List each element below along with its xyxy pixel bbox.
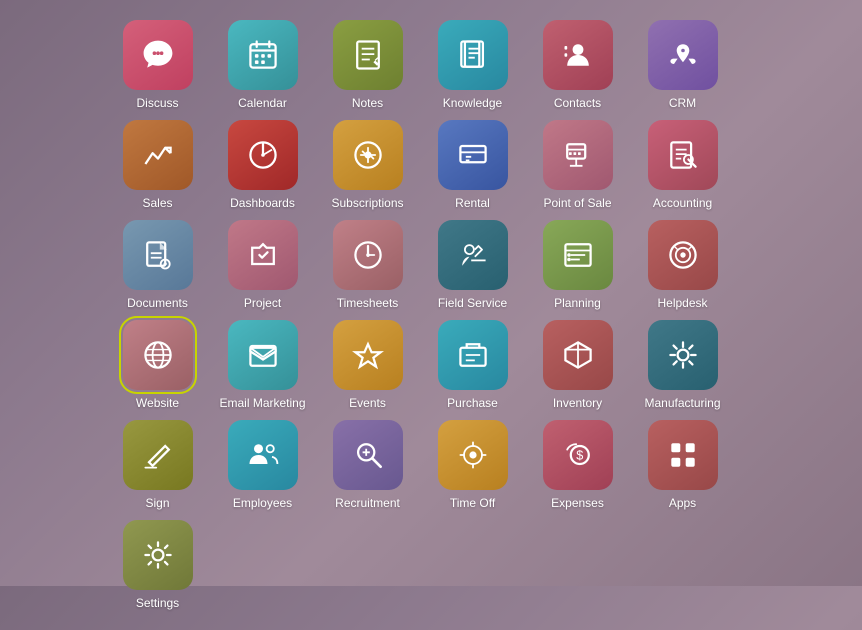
- app-label-expenses: Expenses: [551, 496, 604, 510]
- app-label-time-off: Time Off: [450, 496, 495, 510]
- app-item-sign[interactable]: Sign: [110, 420, 205, 510]
- app-item-apps[interactable]: Apps: [635, 420, 730, 510]
- app-label-accounting: Accounting: [653, 196, 712, 210]
- app-item-events[interactable]: Events: [320, 320, 415, 410]
- app-icon-manufacturing: [648, 320, 718, 390]
- app-item-email-marketing[interactable]: Email Marketing: [215, 320, 310, 410]
- app-item-documents[interactable]: Documents: [110, 220, 205, 310]
- app-icon-expenses: $: [543, 420, 613, 490]
- app-label-sales: Sales: [142, 196, 172, 210]
- app-item-employees[interactable]: Employees: [215, 420, 310, 510]
- app-label-sign: Sign: [145, 496, 169, 510]
- app-icon-website: [123, 320, 193, 390]
- app-label-recruitment: Recruitment: [335, 496, 400, 510]
- app-item-rental[interactable]: Rental: [425, 120, 520, 210]
- app-icon-discuss: [123, 20, 193, 90]
- app-item-notes[interactable]: Notes: [320, 20, 415, 110]
- app-icon-dashboards: [228, 120, 298, 190]
- app-label-purchase: Purchase: [447, 396, 498, 410]
- app-item-discuss[interactable]: Discuss: [110, 20, 205, 110]
- app-item-sales[interactable]: Sales: [110, 120, 205, 210]
- app-item-website[interactable]: Website: [110, 320, 205, 410]
- app-label-apps: Apps: [669, 496, 696, 510]
- app-icon-sales: [123, 120, 193, 190]
- app-item-helpdesk[interactable]: Helpdesk: [635, 220, 730, 310]
- app-item-settings[interactable]: Settings: [110, 520, 205, 610]
- app-label-manufacturing: Manufacturing: [644, 396, 720, 410]
- app-icon-events: [333, 320, 403, 390]
- app-item-time-off[interactable]: Time Off: [425, 420, 520, 510]
- app-item-knowledge[interactable]: Knowledge: [425, 20, 520, 110]
- app-icon-apps: [648, 420, 718, 490]
- app-grid: Discuss Calendar Notes Knowledge Contacts CRM…: [0, 0, 862, 630]
- app-icon-subscriptions: [333, 120, 403, 190]
- app-icon-sign: [123, 420, 193, 490]
- app-item-purchase[interactable]: Purchase: [425, 320, 520, 410]
- app-item-crm[interactable]: CRM: [635, 20, 730, 110]
- app-icon-contacts: [543, 20, 613, 90]
- app-item-calendar[interactable]: Calendar: [215, 20, 310, 110]
- app-label-point-of-sale: Point of Sale: [543, 196, 611, 210]
- app-item-contacts[interactable]: Contacts: [530, 20, 625, 110]
- app-icon-planning: [543, 220, 613, 290]
- app-label-events: Events: [349, 396, 386, 410]
- app-item-field-service[interactable]: Field Service: [425, 220, 520, 310]
- app-icon-inventory: [543, 320, 613, 390]
- app-label-contacts: Contacts: [554, 96, 601, 110]
- app-icon-email-marketing: [228, 320, 298, 390]
- app-icon-time-off: [438, 420, 508, 490]
- app-icon-point-of-sale: [543, 120, 613, 190]
- app-icon-knowledge: [438, 20, 508, 90]
- app-label-inventory: Inventory: [553, 396, 602, 410]
- app-icon-project: [228, 220, 298, 290]
- app-icon-accounting: [648, 120, 718, 190]
- app-label-field-service: Field Service: [438, 296, 507, 310]
- app-label-crm: CRM: [669, 96, 696, 110]
- app-icon-field-service: [438, 220, 508, 290]
- app-label-website: Website: [136, 396, 179, 410]
- app-icon-calendar: [228, 20, 298, 90]
- app-label-documents: Documents: [127, 296, 188, 310]
- app-label-helpdesk: Helpdesk: [657, 296, 707, 310]
- app-item-project[interactable]: Project: [215, 220, 310, 310]
- app-label-knowledge: Knowledge: [443, 96, 502, 110]
- app-item-subscriptions[interactable]: Subscriptions: [320, 120, 415, 210]
- app-icon-employees: [228, 420, 298, 490]
- app-icon-notes: [333, 20, 403, 90]
- app-item-manufacturing[interactable]: Manufacturing: [635, 320, 730, 410]
- app-label-notes: Notes: [352, 96, 383, 110]
- app-label-settings: Settings: [136, 596, 179, 610]
- app-icon-timesheets: [333, 220, 403, 290]
- app-label-employees: Employees: [233, 496, 292, 510]
- app-icon-crm: [648, 20, 718, 90]
- app-item-point-of-sale[interactable]: Point of Sale: [530, 120, 625, 210]
- app-label-planning: Planning: [554, 296, 601, 310]
- app-label-rental: Rental: [455, 196, 490, 210]
- app-item-timesheets[interactable]: Timesheets: [320, 220, 415, 310]
- app-icon-documents: [123, 220, 193, 290]
- app-label-timesheets: Timesheets: [337, 296, 399, 310]
- app-label-project: Project: [244, 296, 281, 310]
- app-item-planning[interactable]: Planning: [530, 220, 625, 310]
- app-label-subscriptions: Subscriptions: [331, 196, 403, 210]
- app-icon-purchase: [438, 320, 508, 390]
- app-item-expenses[interactable]: $ Expenses: [530, 420, 625, 510]
- app-item-dashboards[interactable]: Dashboards: [215, 120, 310, 210]
- app-item-accounting[interactable]: Accounting: [635, 120, 730, 210]
- app-item-recruitment[interactable]: Recruitment: [320, 420, 415, 510]
- app-item-inventory[interactable]: Inventory: [530, 320, 625, 410]
- app-label-email-marketing: Email Marketing: [219, 396, 305, 410]
- app-label-discuss: Discuss: [136, 96, 178, 110]
- app-icon-rental: [438, 120, 508, 190]
- app-label-calendar: Calendar: [238, 96, 287, 110]
- svg-text:$: $: [576, 449, 583, 463]
- app-icon-recruitment: [333, 420, 403, 490]
- app-icon-helpdesk: [648, 220, 718, 290]
- app-icon-settings: [123, 520, 193, 590]
- app-label-dashboards: Dashboards: [230, 196, 295, 210]
